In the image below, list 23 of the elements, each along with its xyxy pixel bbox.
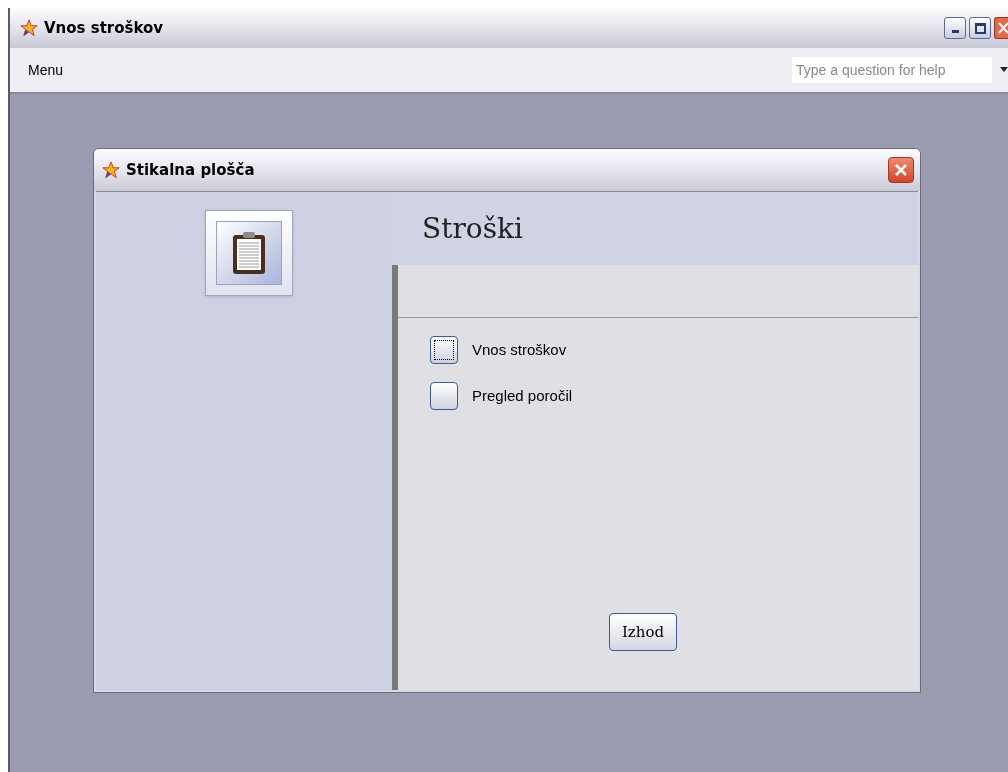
window-title: Vnos stroškov	[44, 17, 164, 39]
option-label: Vnos stroškov	[472, 339, 567, 360]
heading: Stroški	[422, 210, 523, 247]
dialog-star-icon	[102, 161, 120, 179]
exit-button[interactable]: Izhod	[608, 613, 678, 651]
dialog-title: Stikalna plošča	[126, 159, 255, 181]
close-button[interactable]	[994, 17, 1008, 39]
option-button[interactable]	[430, 336, 458, 364]
app-star-icon	[20, 19, 38, 37]
maximize-button[interactable]	[969, 17, 991, 39]
dropdown-icon	[1000, 67, 1008, 73]
minimize-icon	[951, 30, 959, 33]
option-label: Pregled poročil	[472, 385, 573, 406]
clipboard-icon	[232, 231, 266, 275]
maximize-icon	[974, 22, 986, 34]
option-button[interactable]	[430, 382, 458, 410]
close-icon	[998, 22, 1008, 34]
menu-item[interactable]: Menu	[28, 59, 64, 81]
focus-ring	[434, 340, 454, 360]
help-field[interactable]: Type a question for help	[792, 57, 992, 83]
minimize-button[interactable]	[944, 17, 966, 39]
close-icon	[894, 163, 908, 177]
close-button[interactable]	[888, 157, 914, 183]
